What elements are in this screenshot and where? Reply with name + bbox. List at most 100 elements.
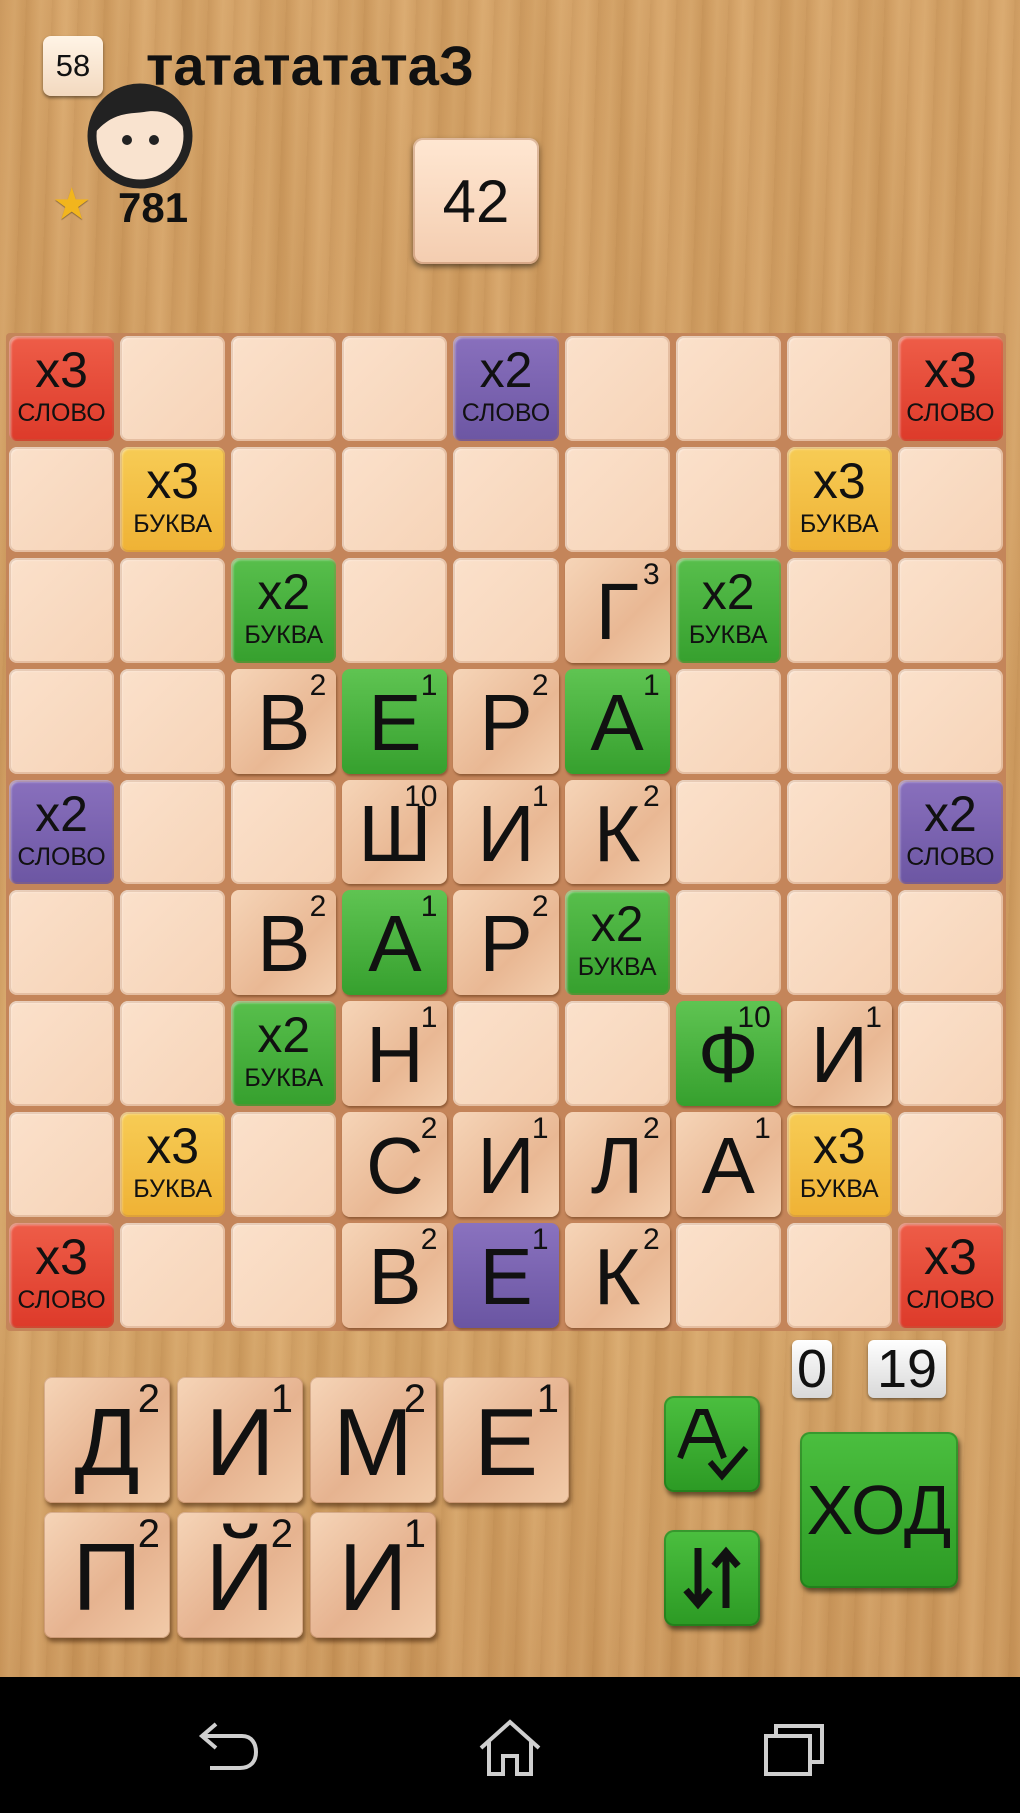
empty-cell[interactable] [897, 668, 1003, 774]
bonus-cell[interactable]: x2 СЛОВО [453, 336, 559, 441]
empty-cell[interactable] [675, 336, 781, 441]
bonus-multiplier: x2 [35, 785, 88, 842]
empty-cell[interactable] [897, 890, 1003, 996]
empty-cell[interactable] [897, 557, 1003, 663]
empty-cell[interactable] [453, 557, 559, 663]
bonus-cell[interactable]: x2 СЛОВО [9, 779, 115, 885]
empty-cell[interactable] [897, 1112, 1003, 1218]
empty-cell[interactable] [786, 557, 892, 663]
empty-cell[interactable] [786, 1223, 892, 1328]
empty-cell[interactable] [675, 779, 781, 885]
empty-cell[interactable] [342, 336, 448, 441]
rack-tile[interactable]: М2 [310, 1377, 436, 1503]
empty-cell[interactable] [120, 890, 226, 996]
rack-tile[interactable]: Е1 [443, 1377, 569, 1503]
board-tile[interactable]: Ф 10 [675, 1001, 781, 1107]
empty-cell[interactable] [342, 446, 448, 552]
empty-cell[interactable] [453, 1001, 559, 1107]
bonus-cell[interactable]: x3 БУКВА [120, 1112, 226, 1218]
empty-cell[interactable] [120, 336, 226, 441]
empty-cell[interactable] [564, 1001, 670, 1107]
home-icon[interactable] [475, 1718, 545, 1778]
board-tile[interactable]: И1 [786, 1001, 892, 1107]
empty-cell[interactable] [231, 446, 337, 552]
empty-cell[interactable] [564, 336, 670, 441]
board-tile[interactable]: А1 [675, 1112, 781, 1218]
board-tile[interactable]: Г3 [564, 557, 670, 663]
board-tile[interactable]: В2 [342, 1223, 448, 1328]
board-tile[interactable]: В2 [231, 890, 337, 996]
empty-cell[interactable] [9, 557, 115, 663]
letter-rack[interactable]: Д2И1М2Е1П2Й2И1 [44, 1377, 569, 1647]
bonus-cell[interactable]: x2 БУКВА [231, 557, 337, 663]
bonus-cell[interactable]: x3 БУКВА [786, 1112, 892, 1218]
board-tile[interactable]: Л2 [564, 1112, 670, 1218]
empty-cell[interactable] [564, 446, 670, 552]
board-tile[interactable]: Е1 [342, 668, 448, 774]
empty-cell[interactable] [897, 446, 1003, 552]
swap-tiles-button[interactable] [664, 1530, 760, 1626]
board-tile[interactable]: А1 [342, 890, 448, 996]
empty-cell[interactable] [231, 1112, 337, 1218]
empty-cell[interactable] [342, 557, 448, 663]
board-tile[interactable]: Е1 [453, 1223, 559, 1328]
empty-cell[interactable] [9, 446, 115, 552]
rack-tile[interactable]: П2 [44, 1512, 170, 1638]
board-tile[interactable]: И1 [453, 779, 559, 885]
rack-tile[interactable]: И1 [310, 1512, 436, 1638]
board-tile[interactable]: К2 [564, 779, 670, 885]
rack-tile[interactable]: Й2 [177, 1512, 303, 1638]
empty-cell[interactable] [9, 1001, 115, 1107]
recent-apps-icon[interactable] [760, 1718, 830, 1778]
empty-cell[interactable] [231, 1223, 337, 1328]
board-tile[interactable]: И1 [453, 1112, 559, 1218]
bonus-cell[interactable]: x3 СЛОВО [9, 336, 115, 441]
empty-cell[interactable] [231, 336, 337, 441]
empty-cell[interactable] [120, 779, 226, 885]
empty-cell[interactable] [120, 557, 226, 663]
check-word-button[interactable] [664, 1396, 760, 1492]
empty-cell[interactable] [675, 446, 781, 552]
empty-cell[interactable] [453, 446, 559, 552]
board-tile[interactable]: К2 [564, 1223, 670, 1328]
rack-tile[interactable]: Д2 [44, 1377, 170, 1503]
empty-cell[interactable] [675, 668, 781, 774]
empty-cell[interactable] [120, 1223, 226, 1328]
empty-cell[interactable] [9, 1112, 115, 1218]
board-tile[interactable]: Ш 10 [342, 779, 448, 885]
empty-cell[interactable] [786, 779, 892, 885]
player-avatar-icon[interactable] [84, 78, 196, 190]
bonus-cell[interactable]: x2 БУКВА [231, 1001, 337, 1107]
rack-tile-points: 2 [403, 1377, 426, 1421]
empty-cell[interactable] [675, 890, 781, 996]
empty-cell[interactable] [120, 1001, 226, 1107]
empty-cell[interactable] [786, 668, 892, 774]
make-move-button[interactable]: ХОД [800, 1432, 958, 1588]
empty-cell[interactable] [786, 336, 892, 441]
back-icon[interactable] [190, 1718, 260, 1778]
game-board[interactable]: x3 СЛОВО x2 СЛОВО x3 СЛОВО x3 БУКВА x3 БУКВА x2 БУК… [6, 333, 1006, 1331]
rack-tile[interactable]: И1 [177, 1377, 303, 1503]
empty-cell[interactable] [786, 890, 892, 996]
bonus-cell[interactable]: x3 БУКВА [120, 446, 226, 552]
bonus-cell[interactable]: x3 СЛОВО [9, 1223, 115, 1328]
empty-cell[interactable] [675, 1223, 781, 1328]
bonus-cell[interactable]: x2 СЛОВО [897, 779, 1003, 885]
bonus-cell[interactable]: x3 СЛОВО [897, 1223, 1003, 1328]
empty-cell[interactable] [231, 779, 337, 885]
board-tile[interactable]: Р2 [453, 890, 559, 996]
bonus-cell[interactable]: x2 БУКВА [564, 890, 670, 996]
empty-cell[interactable] [120, 668, 226, 774]
empty-cell[interactable] [9, 890, 115, 996]
bonus-cell[interactable]: x3 СЛОВО [897, 336, 1003, 441]
bonus-cell[interactable]: x2 БУКВА [675, 557, 781, 663]
board-tile[interactable]: С2 [342, 1112, 448, 1218]
empty-cell[interactable] [9, 668, 115, 774]
board-tile[interactable]: В2 [231, 668, 337, 774]
bonus-cell[interactable]: x3 БУКВА [786, 446, 892, 552]
board-tile[interactable]: А1 [564, 668, 670, 774]
board-tile[interactable]: Н1 [342, 1001, 448, 1107]
empty-cell[interactable] [897, 1001, 1003, 1107]
board-tile[interactable]: Р2 [453, 668, 559, 774]
bonus-multiplier: x2 [257, 1007, 311, 1064]
